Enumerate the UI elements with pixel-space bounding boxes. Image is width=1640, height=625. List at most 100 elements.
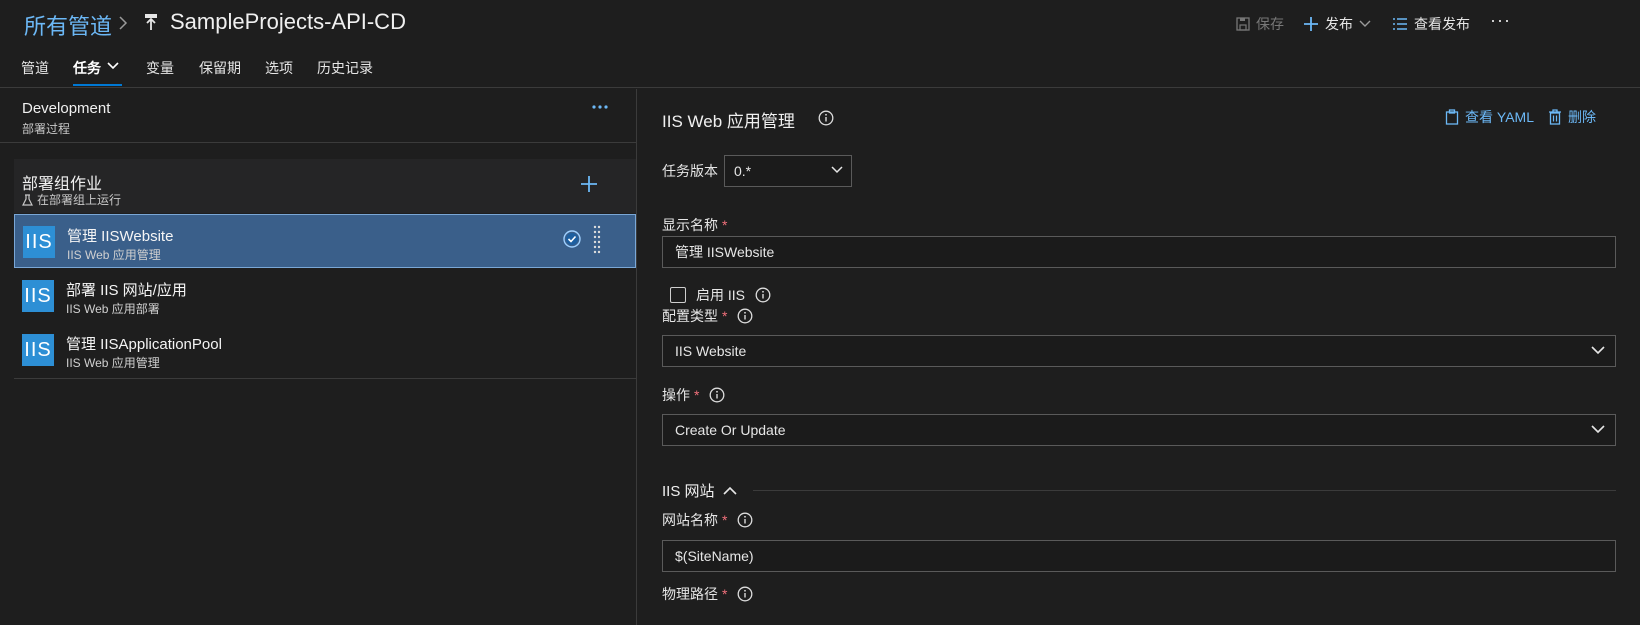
task-name: 管理 IISWebsite bbox=[67, 228, 174, 245]
action-label: 操作 * bbox=[662, 385, 725, 405]
task-name: 管理 IISApplicationPool bbox=[66, 336, 222, 353]
chevron-down-icon bbox=[1359, 20, 1371, 28]
enable-iis-checkbox[interactable] bbox=[670, 287, 686, 303]
delete-label: 删除 bbox=[1568, 109, 1596, 125]
tab-label: 选项 bbox=[265, 60, 293, 76]
config-type-label-text: 配置类型 bbox=[662, 308, 718, 324]
tab-variables[interactable]: 变量 bbox=[146, 58, 174, 86]
more-actions-button[interactable]: ··· bbox=[1490, 10, 1511, 31]
task-version-value: 0.* bbox=[734, 163, 752, 179]
iis-website-section-toggle[interactable]: IIS 网站 bbox=[662, 480, 737, 501]
info-icon[interactable] bbox=[818, 110, 834, 126]
task-subtitle: IIS Web 应用部署 bbox=[66, 302, 160, 316]
section-divider bbox=[753, 490, 1616, 491]
info-icon[interactable] bbox=[709, 387, 725, 403]
view-releases-label: 查看发布 bbox=[1414, 16, 1470, 32]
config-type-select[interactable]: IIS Website bbox=[662, 335, 1616, 367]
stage-subtitle: 部署过程 bbox=[22, 122, 71, 136]
chevron-up-icon bbox=[722, 486, 737, 495]
task-item-manage-iisapplicationpool[interactable]: IIS 管理 IISApplicationPool IIS Web 应用管理 bbox=[14, 323, 636, 377]
release-pipeline-icon bbox=[143, 13, 159, 31]
config-type-label: 配置类型 * bbox=[662, 306, 753, 326]
drag-handle-icon[interactable] bbox=[593, 225, 601, 257]
display-name-label-text: 显示名称 bbox=[662, 217, 718, 233]
info-icon[interactable] bbox=[737, 512, 753, 528]
view-yaml-label: 查看 YAML bbox=[1465, 109, 1534, 125]
save-button[interactable]: 保存 bbox=[1236, 14, 1284, 34]
site-name-label: 网站名称 * bbox=[662, 510, 753, 530]
site-name-input[interactable]: $(SiteName) bbox=[662, 540, 1616, 572]
stage-more-button[interactable] bbox=[592, 104, 608, 110]
clipboard-icon bbox=[1445, 109, 1459, 125]
iis-icon: IIS bbox=[22, 280, 54, 312]
task-subtitle: IIS Web 应用管理 bbox=[66, 356, 160, 370]
site-name-label-text: 网站名称 bbox=[662, 512, 718, 528]
active-tab-indicator bbox=[73, 84, 122, 86]
view-yaml-button[interactable]: 查看 YAML bbox=[1445, 107, 1534, 127]
add-task-button[interactable] bbox=[580, 175, 598, 193]
tab-tasks[interactable]: 任务 bbox=[73, 58, 122, 86]
chevron-right-icon bbox=[118, 16, 128, 30]
phase-subtitle: 在部署组上运行 bbox=[22, 191, 121, 208]
save-label: 保存 bbox=[1256, 16, 1284, 32]
stage-name: Development bbox=[22, 100, 111, 117]
phase-header[interactable]: 部署组作业 在部署组上运行 bbox=[14, 159, 636, 213]
tab-label: 管道 bbox=[21, 60, 49, 76]
action-label-text: 操作 bbox=[662, 387, 690, 403]
tab-label: 历史记录 bbox=[317, 60, 373, 76]
action-select[interactable]: Create Or Update bbox=[662, 414, 1616, 446]
config-type-value: IIS Website bbox=[675, 343, 747, 359]
physical-path-label-text: 物理路径 bbox=[662, 586, 718, 602]
task-list-panel: Development 部署过程 部署组作业 在部署组上运行 IIS 管理 II… bbox=[0, 89, 637, 625]
phase-subtitle-text: 在部署组上运行 bbox=[37, 193, 122, 207]
tab-retention[interactable]: 保留期 bbox=[199, 58, 241, 86]
header: 所有管道 SampleProjects-API-CD 保存 发布 查看发布 ··… bbox=[0, 0, 1640, 88]
chevron-down-icon bbox=[107, 62, 119, 70]
section-label: IIS 网站 bbox=[662, 483, 715, 500]
physical-path-label: 物理路径 * bbox=[662, 584, 753, 604]
task-item-deploy-iis-website[interactable]: IIS 部署 IIS 网站/应用 IIS Web 应用部署 bbox=[14, 269, 636, 323]
tab-label: 变量 bbox=[146, 60, 174, 76]
tab-bar: 管道 任务 变量 保留期 选项 历史记录 bbox=[0, 56, 700, 88]
display-name-input[interactable]: 管理 IISWebsite bbox=[662, 236, 1616, 268]
list-icon bbox=[1392, 17, 1408, 31]
release-label: 发布 bbox=[1325, 16, 1353, 32]
action-value: Create Or Update bbox=[675, 422, 786, 438]
trash-icon bbox=[1548, 109, 1562, 125]
task-item-manage-iiswebsite[interactable]: IIS 管理 IISWebsite IIS Web 应用管理 bbox=[14, 214, 636, 268]
plus-icon bbox=[1303, 16, 1319, 32]
flask-icon bbox=[22, 193, 33, 206]
info-icon[interactable] bbox=[755, 287, 771, 303]
info-icon[interactable] bbox=[737, 308, 753, 324]
task-name: 部署 IIS 网站/应用 bbox=[66, 282, 187, 299]
stage-header[interactable]: Development 部署过程 bbox=[0, 89, 637, 143]
breadcrumb-all-pipelines[interactable]: 所有管道 bbox=[24, 9, 112, 41]
info-icon[interactable] bbox=[737, 586, 753, 602]
check-circle-icon bbox=[562, 229, 582, 249]
chevron-down-icon bbox=[1591, 425, 1605, 434]
tab-options[interactable]: 选项 bbox=[265, 58, 293, 86]
tab-label: 保留期 bbox=[199, 60, 241, 76]
delete-task-button[interactable]: 删除 bbox=[1548, 107, 1596, 127]
required-mark: * bbox=[722, 308, 728, 324]
enable-iis-row: 启用 IIS bbox=[670, 285, 771, 305]
save-icon bbox=[1236, 17, 1250, 31]
required-mark: * bbox=[694, 387, 700, 403]
iis-icon: IIS bbox=[23, 226, 55, 258]
deployment-group-phase: 部署组作业 在部署组上运行 IIS 管理 IISWebsite IIS Web … bbox=[14, 159, 636, 471]
task-version-select[interactable]: 0.* bbox=[724, 155, 852, 187]
chevron-down-icon bbox=[1591, 346, 1605, 355]
task-detail-panel: IIS Web 应用管理 查看 YAML 删除 任务版本 0.* 显示名称 * … bbox=[638, 89, 1640, 625]
release-button[interactable]: 发布 bbox=[1303, 14, 1371, 34]
chevron-down-icon bbox=[831, 166, 843, 174]
required-mark: * bbox=[722, 586, 728, 602]
divider bbox=[14, 378, 636, 379]
tab-history[interactable]: 历史记录 bbox=[317, 58, 373, 86]
view-releases-button[interactable]: 查看发布 bbox=[1392, 14, 1470, 34]
enable-iis-label: 启用 IIS bbox=[696, 287, 746, 303]
required-mark: * bbox=[722, 512, 728, 528]
display-name-label: 显示名称 * bbox=[662, 215, 727, 235]
iis-icon: IIS bbox=[22, 334, 54, 366]
pipeline-title: SampleProjects-API-CD bbox=[170, 9, 406, 34]
tab-pipeline[interactable]: 管道 bbox=[21, 58, 49, 86]
